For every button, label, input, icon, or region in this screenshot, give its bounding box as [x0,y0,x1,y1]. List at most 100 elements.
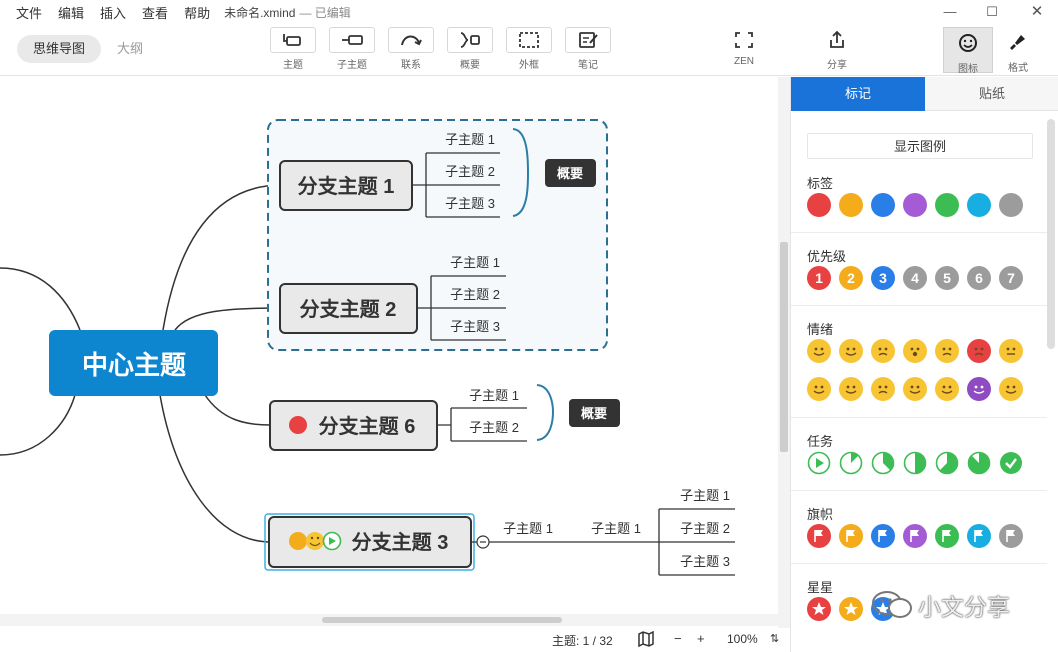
menu-file[interactable]: 文件 [16,3,42,22]
flag-4-icon[interactable] [903,524,927,548]
close-button[interactable]: ✕ [1022,2,1052,22]
mindmap-canvas[interactable]: 中心主题 分支主题 1 子主题 1 子主题 2 子主题 3 概要 分支主题 2 … [0,77,778,628]
priority-number: 7 [1007,270,1015,286]
subtopic-2-3[interactable]: 子主题 3 [450,319,500,334]
confused-face-icon[interactable] [871,377,895,401]
neutral-face-icon[interactable] [999,339,1023,363]
subtopic-1-3[interactable]: 子主题 3 [445,196,495,211]
task-progress-5-icon[interactable] [935,451,959,475]
cry-face-icon[interactable] [871,339,895,363]
star-1-icon[interactable] [807,597,831,621]
horizontal-scroll-thumb[interactable] [322,617,562,623]
canvas-vertical-scrollbar[interactable] [778,77,790,628]
grin-face-icon[interactable] [807,339,831,363]
flag-1-icon[interactable] [807,524,831,548]
subtopic-1-2[interactable]: 子主题 2 [445,164,495,179]
format-panel-button[interactable]: 格式 [993,27,1043,74]
tab-outline[interactable]: 大纲 [101,35,159,63]
summary-bracket-6[interactable] [536,384,555,441]
note-button[interactable]: 笔记 [565,27,611,71]
task-progress-3-icon[interactable] [871,451,895,475]
panel-scrollbar-thumb[interactable] [1047,119,1055,349]
priority-4-icon[interactable]: 4 [903,266,927,290]
relationship-button[interactable]: 联系 [388,27,434,71]
zen-button[interactable]: ZEN [721,27,767,67]
flag-markers-row [807,524,1031,548]
sad-face-icon[interactable] [935,339,959,363]
leaf-topic-2[interactable]: 子主题 2 [680,521,730,536]
label-color-6-icon[interactable] [967,193,991,217]
flag-6-icon[interactable] [967,524,991,548]
label-color-4-icon[interactable] [903,193,927,217]
icon-panel-button[interactable]: 图标 [943,27,993,75]
vertical-scroll-thumb[interactable] [780,242,788,452]
star-2-icon[interactable] [839,597,863,621]
priority-number: 1 [815,270,823,286]
priority-6-icon[interactable]: 6 [967,266,991,290]
smile-face-icon[interactable] [839,339,863,363]
leaf-topic-1[interactable]: 子主题 1 [680,488,730,503]
flag-5-icon[interactable] [935,524,959,548]
zoom-level[interactable]: 100% [727,632,758,646]
shock-face-icon[interactable] [903,339,927,363]
priority-7-icon[interactable]: 7 [999,266,1023,290]
boundary-button[interactable]: 外框 [506,27,552,71]
subtopic-6-2[interactable]: 子主题 2 [469,420,519,435]
task-progress-7-icon[interactable] [999,451,1023,475]
zoom-in-button[interactable]: + [697,631,705,646]
menu-help[interactable]: 帮助 [184,3,210,22]
menu-view[interactable]: 查看 [142,3,168,22]
tab-mindmap[interactable]: 思维导图 [17,35,102,63]
flag-3-icon[interactable] [871,524,895,548]
tab-stickers[interactable]: 贴纸 [925,77,1058,111]
branch-topic-6-label: 分支主题 6 [319,414,416,438]
subtopic-3-1[interactable]: 子主题 1 [503,521,553,536]
task-progress-1-icon[interactable] [807,451,831,475]
task-progress-2-icon[interactable] [839,451,863,475]
label-color-2-icon[interactable] [839,193,863,217]
label-color-7-icon[interactable] [999,193,1023,217]
subtopic-6-1[interactable]: 子主题 1 [469,388,519,403]
menu-insert[interactable]: 插入 [100,3,126,22]
menu-edit[interactable]: 编辑 [58,3,84,22]
zoom-out-button[interactable]: − [674,631,682,646]
subtopic-1-1[interactable]: 子主题 1 [445,132,495,147]
task-progress-6-icon[interactable] [967,451,991,475]
collapse-toggle[interactable] [476,535,490,549]
priority-2-icon[interactable]: 2 [839,266,863,290]
priority-5-icon[interactable]: 5 [935,266,959,290]
label-color-5-icon[interactable] [935,193,959,217]
map-view-icon[interactable] [637,630,655,650]
love-face-icon[interactable] [935,377,959,401]
label-color-1-icon[interactable] [807,193,831,217]
squint-face-icon[interactable] [999,377,1023,401]
canvas-horizontal-scrollbar[interactable] [0,614,778,626]
divider [791,232,1047,233]
priority-3-icon[interactable]: 3 [871,266,895,290]
summary-button[interactable]: 概要 [447,27,493,71]
priority-1-icon[interactable]: 1 [807,266,831,290]
subtopic-2-2[interactable]: 子主题 2 [450,287,500,302]
share-button[interactable]: 分享 [814,27,860,71]
angry-face-icon[interactable] [967,339,991,363]
subtopic-3-1-1[interactable]: 子主题 1 [591,521,641,536]
topic-button[interactable]: 主题 [270,27,316,71]
flag-2-icon[interactable] [839,524,863,548]
flag-7-icon[interactable] [999,524,1023,548]
zoom-stepper-icon[interactable]: ⇅ [770,632,779,645]
label-color-3-icon[interactable] [871,193,895,217]
show-legend-button[interactable]: 显示图例 [807,133,1033,159]
leaf-topic-3[interactable]: 子主题 3 [680,554,730,569]
subtopic-button[interactable]: 子主题 [329,27,375,71]
minimize-button[interactable]: — [935,2,965,22]
priority-number: 2 [847,270,855,286]
task-progress-4-icon[interactable] [903,451,927,475]
devil-face-icon[interactable] [967,377,991,401]
kiss-face-icon[interactable] [839,377,863,401]
think-face-icon[interactable] [807,377,831,401]
subtopic-2-1[interactable]: 子主题 1 [450,255,500,270]
laugh-face-icon[interactable] [903,377,927,401]
maximize-button[interactable]: ☐ [977,2,1007,22]
summary-topic-1-label: 概要 [557,166,583,181]
tab-markers[interactable]: 标记 [791,77,925,111]
